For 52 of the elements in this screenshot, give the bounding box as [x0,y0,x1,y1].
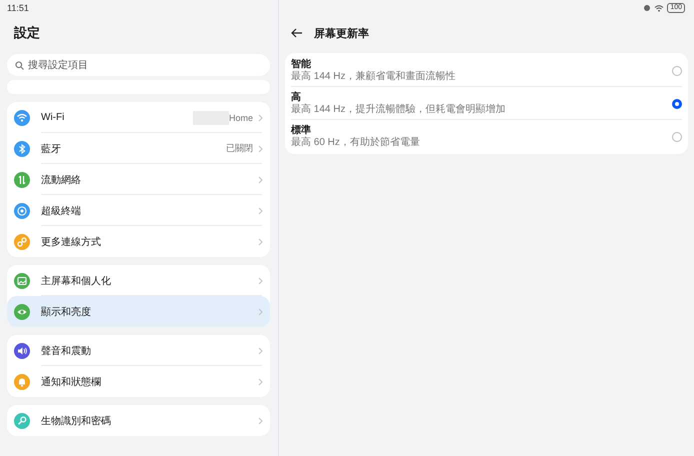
chevron-icon [258,176,263,184]
settings-item[interactable]: 流動網絡 [7,164,270,195]
item-label: 顯示和亮度 [41,306,92,318]
chevron-icon [258,276,263,284]
wifi-icon [654,4,664,12]
radio-button[interactable] [672,98,682,108]
item-label: 藍牙 [41,142,62,156]
settings-item[interactable]: 通知和狀態欄 [7,366,270,397]
option-description: 最高 144 Hz，兼顧省電和畫面流暢性 [291,71,456,83]
settings-item[interactable]: 聲音和震動 [7,335,270,366]
chevron-icon [258,308,263,316]
page-title: 屏幕更新率 [314,26,369,40]
option-description: 最高 60 Hz，有助於節省電量 [291,137,421,149]
chevron-icon [258,114,263,122]
chevron-icon [258,144,263,152]
refresh-rate-option[interactable]: 智能 最高 144 Hz，兼顧省電和畫面流暢性 [285,54,688,87]
back-icon [291,28,303,38]
radio-button[interactable] [672,66,682,76]
option-label: 智能 [291,58,312,70]
settings-item[interactable]: 顯示和亮度 [7,296,270,327]
item-label: 流動網絡 [41,174,82,186]
status-time: 11:51 [7,3,29,13]
settings-item[interactable]: 主屏幕和個人化 [7,265,270,296]
chevron-icon [258,238,263,246]
item-value: 已關閉 [226,142,253,155]
option-description: 最高 144 Hz，提升流暢體驗，但耗電會明顯增加 [291,104,506,116]
radio-button[interactable] [672,132,682,142]
item-value: Home [228,112,253,122]
settings-item[interactable]: 藍牙 已關閉 [7,133,270,164]
item-label: 主屏幕和個人化 [41,274,112,288]
refresh-rate-option[interactable]: 高 最高 144 Hz，提升流暢體驗，但耗電會明顯增加 [285,87,688,120]
search-icon [15,61,24,70]
chevron-icon [258,346,263,354]
settings-item[interactable]: 生物識別和密碼 [7,405,270,436]
item-label: Wi-Fi [41,112,66,123]
option-label: 標準 [291,124,312,136]
item-label: 通知和狀態欄 [41,376,102,388]
search-field[interactable]: 搜尋設定項目 [7,54,270,76]
chevron-icon [258,206,263,214]
settings-title: 設定 [14,24,41,42]
option-label: 高 [291,91,302,104]
item-label: 更多連線方式 [41,236,102,248]
chevron-icon [258,378,263,386]
status-icon [643,4,652,12]
settings-item[interactable]: 更多連線方式 [7,226,270,257]
settings-item[interactable]: Wi-Fi Home [7,102,270,133]
item-label: 聲音和震動 [41,344,92,358]
item-label: 生物識別和密碼 [41,414,112,428]
item-label: 超級終端 [41,204,82,218]
refresh-rate-option[interactable]: 標準 最高 60 Hz，有助於節省電量 [285,120,688,153]
chevron-icon [258,416,263,424]
settings-item[interactable]: 超級終端 [7,195,270,226]
